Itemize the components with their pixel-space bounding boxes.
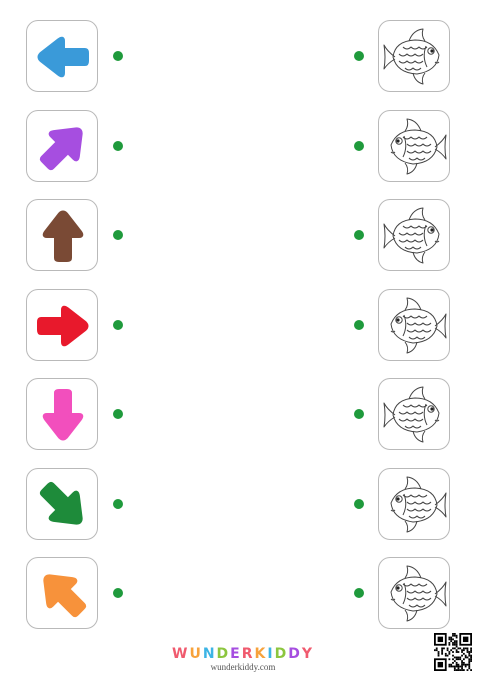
arrow-card [26,467,98,540]
fish-facing-left-icon [390,476,447,532]
right-connect-dot[interactable] [354,51,364,61]
arrow-card [26,378,98,450]
left-connect-dot[interactable] [113,140,123,151]
fish-card [378,288,450,361]
arrow-card [26,20,98,92]
right-connect-dot[interactable] [354,498,364,509]
arrow-down-right-icon [39,481,83,525]
right-connect-dot[interactable] [354,230,364,240]
arrow-up-left-icon [43,574,87,618]
right-connect-dot[interactable] [354,409,364,419]
fish-card [378,20,450,92]
arrow-right-icon [37,305,89,346]
arrow-left-icon [37,36,89,78]
left-connect-dot[interactable] [113,409,123,419]
fish-card [378,199,450,271]
arrow-card [26,109,98,182]
fish-facing-right-icon [383,386,440,443]
fish-facing-right-icon [383,207,440,264]
left-connect-dot[interactable] [113,230,123,240]
arrow-up-right-icon [39,126,83,170]
left-connect-dot[interactable] [113,588,123,598]
arrow-up-icon [42,210,84,262]
arrow-card [26,557,98,629]
arrow-card [26,199,98,271]
worksheet [0,0,480,679]
fish-facing-left-icon [390,118,447,174]
right-connect-dot[interactable] [354,588,364,598]
fish-facing-right-icon [383,28,440,85]
left-connect-dot[interactable] [113,319,123,330]
fish-card [378,109,450,182]
brand-url: wunderkiddy.com [210,662,276,672]
fish-card [378,467,450,540]
arrow-card [26,288,98,361]
right-connect-dot[interactable] [354,140,364,151]
fish-card [378,557,450,629]
qr-code-icon [434,633,472,671]
fish-card [378,378,450,450]
brand-logo: WUNDERKIDDY [172,646,314,662]
fish-facing-left-icon [390,297,447,353]
left-connect-dot[interactable] [113,51,123,61]
arrow-down-icon [42,389,84,441]
fish-facing-left-icon [390,565,447,622]
left-connect-dot[interactable] [113,498,123,509]
right-connect-dot[interactable] [354,319,364,330]
